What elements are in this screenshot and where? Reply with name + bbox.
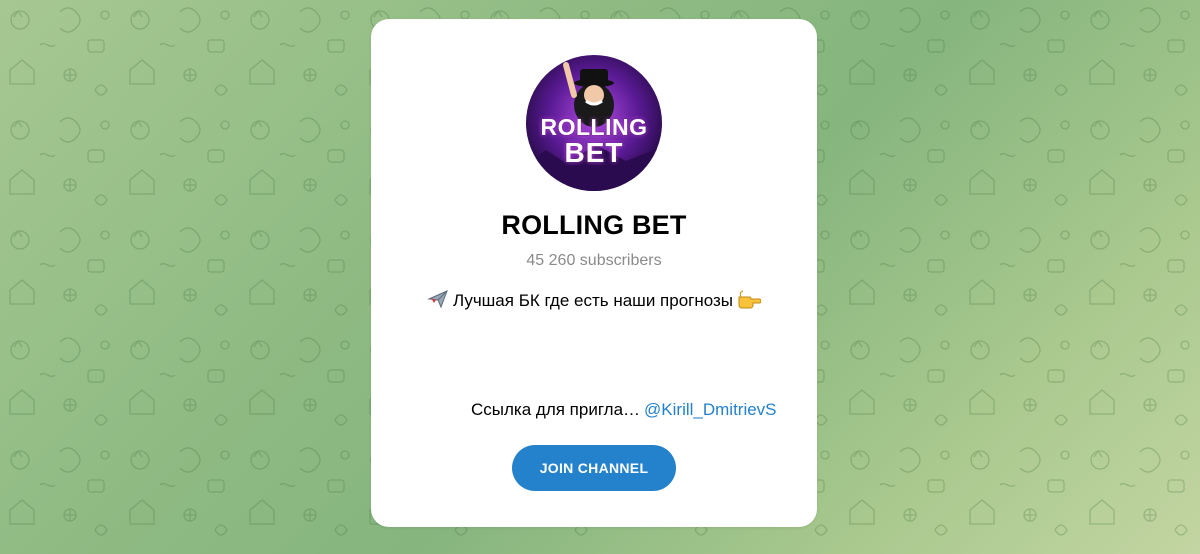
avatar-logo-text: ROLLING BET xyxy=(540,114,648,168)
invite-text: Ссылка для пригла… xyxy=(471,400,641,419)
channel-avatar: ROLLING BET xyxy=(526,55,662,191)
pointing-hand-icon xyxy=(737,289,762,314)
invite-line: Ссылка для пригла… @Kirill_DmitrievS xyxy=(471,400,791,420)
subscriber-count: 45 260 subscribers xyxy=(526,252,662,269)
airplane-icon xyxy=(427,287,449,314)
channel-title: ROLLING BET xyxy=(501,210,687,240)
channel-card: ROLLING BET ROLLING BET 45 260 subscribe… xyxy=(371,19,817,527)
channel-description: Лучшая БК где есть наши прогнозы xyxy=(371,287,817,314)
description-text: Лучшая БК где есть наши прогнозы xyxy=(452,291,734,310)
join-channel-button[interactable]: JOIN CHANNEL xyxy=(512,445,676,491)
invite-link[interactable]: @Kirill_DmitrievS xyxy=(644,400,777,419)
